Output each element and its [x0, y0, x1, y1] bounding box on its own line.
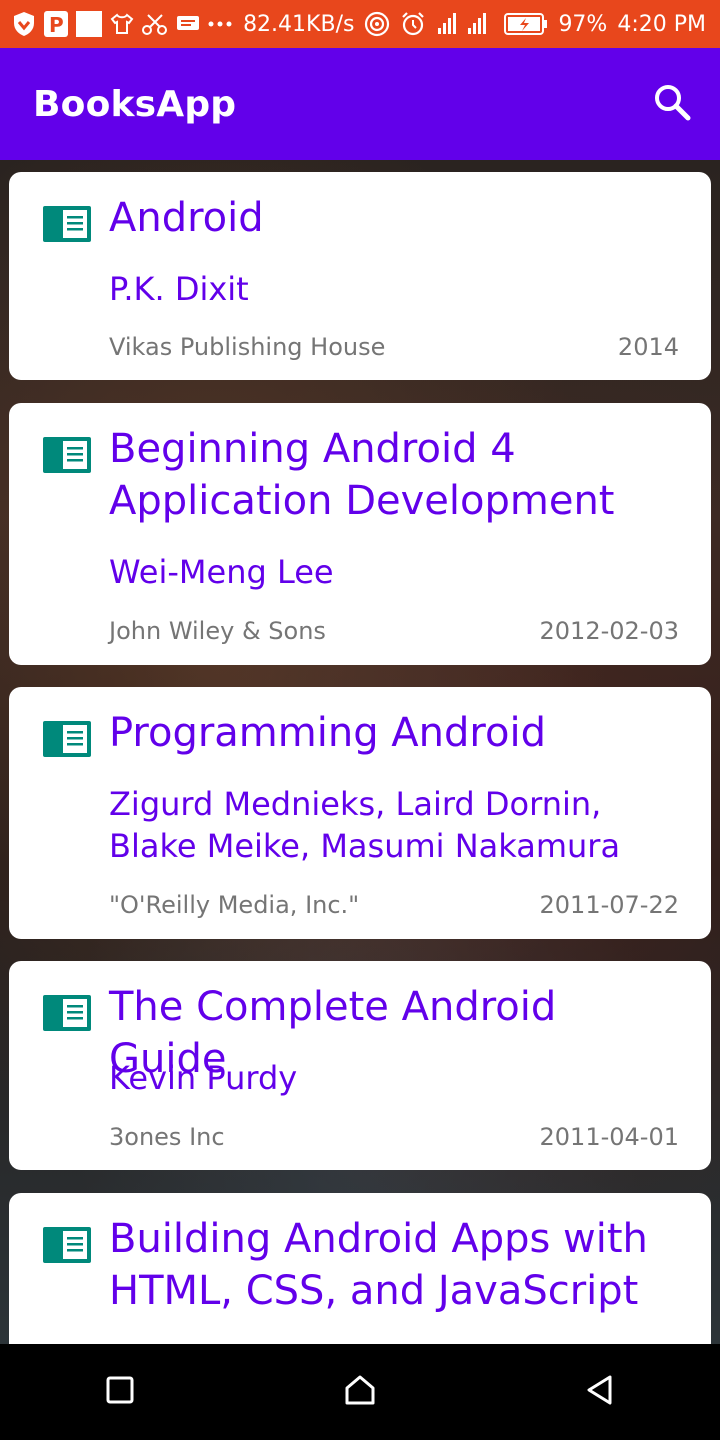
book-icon: [43, 1227, 91, 1263]
signal-icon: [436, 12, 494, 36]
network-speed: 82.41KB/s: [243, 11, 355, 37]
book-icon: [43, 721, 91, 757]
book-list[interactable]: Android P.K. Dixit Vikas Publishing Hous…: [0, 160, 720, 1344]
book-title: Beginning Android 4 Application Developm…: [109, 426, 615, 524]
more-notifications-icon: [208, 20, 232, 28]
book-card[interactable]: Android P.K. Dixit Vikas Publishing Hous…: [9, 172, 711, 380]
book-title: Android: [109, 195, 264, 241]
notification-square-icon: [76, 11, 102, 37]
hotspot-icon: [364, 11, 390, 37]
book-date: 2011-07-22: [539, 891, 679, 919]
book-title: Building Android Apps with HTML, CSS, an…: [109, 1216, 648, 1314]
book-author: Wei-Meng Lee: [109, 553, 334, 591]
book-author: Zigurd Mednieks, Laird Dornin, Blake Mei…: [109, 785, 621, 865]
parking-app-icon: P: [44, 11, 68, 37]
book-publisher: Vikas Publishing House: [109, 333, 386, 361]
book-card[interactable]: Building Android Apps with HTML, CSS, an…: [9, 1193, 711, 1344]
battery-charging-icon: [504, 13, 548, 35]
recents-button[interactable]: [80, 1352, 160, 1432]
book-date: 2011-04-01: [539, 1123, 679, 1151]
battery-percent: 97%: [558, 11, 608, 37]
book-author: Kevin Purdy: [109, 1059, 298, 1097]
book-publisher: John Wiley & Sons: [109, 617, 326, 645]
book-publisher: 3ones Inc: [109, 1123, 225, 1151]
scissors-icon: [142, 12, 168, 36]
book-title: Programming Android: [109, 710, 546, 756]
recents-icon: [105, 1375, 135, 1409]
home-icon: [343, 1373, 377, 1411]
status-bar: P 82.41KB/s 97% 4:20 PM: [0, 0, 720, 48]
book-card[interactable]: Programming Android Zigurd Mednieks, Lai…: [9, 687, 711, 939]
book-icon: [43, 995, 91, 1031]
book-author: P.K. Dixit: [109, 270, 249, 308]
app-title: BooksApp: [33, 83, 237, 125]
app-bar: BooksApp: [0, 48, 720, 160]
alarm-icon: [400, 11, 426, 37]
home-button[interactable]: [320, 1352, 400, 1432]
book-publisher: "O'Reilly Media, Inc.": [109, 891, 360, 919]
back-button[interactable]: [560, 1352, 640, 1432]
navigation-bar: [0, 1344, 720, 1440]
book-date: 2014: [617, 333, 679, 361]
search-icon: [653, 83, 691, 125]
back-icon: [585, 1374, 615, 1410]
shirt-icon: [110, 12, 134, 36]
shield-icon: [12, 11, 36, 37]
book-card[interactable]: The Complete Android Guide Kevin Purdy 3…: [9, 961, 711, 1170]
search-button[interactable]: [648, 80, 696, 128]
book-icon: [43, 437, 91, 473]
book-card[interactable]: Beginning Android 4 Application Developm…: [9, 403, 711, 665]
book-date: 2012-02-03: [539, 617, 679, 645]
message-icon: [176, 14, 200, 34]
book-icon: [43, 206, 91, 242]
clock: 4:20 PM: [617, 11, 706, 37]
svg-text:P: P: [49, 13, 64, 37]
